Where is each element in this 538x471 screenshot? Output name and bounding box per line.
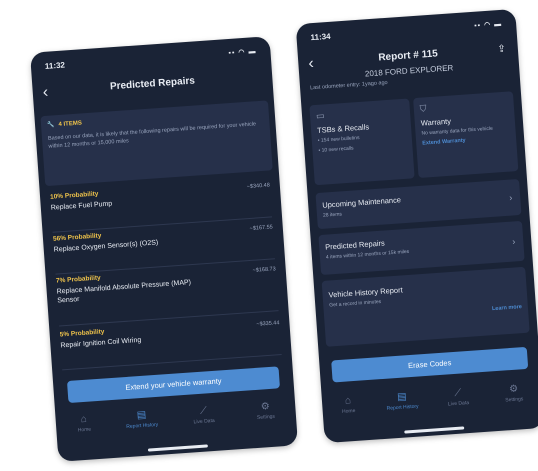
page-title: Predicted Repairs <box>109 75 196 93</box>
share-icon[interactable]: ⇪ <box>497 44 506 56</box>
notice-label: 4 ITEMS <box>58 120 83 129</box>
predicted-notice: 🔧 4 ITEMS Based on our data, it is likely… <box>40 100 273 187</box>
repair-item[interactable]: 5% Probability Repair Ignition Coil Wiri… <box>59 316 282 371</box>
repair-price: ~$168.73 <box>252 266 276 274</box>
chevron-right-icon: › <box>508 192 513 203</box>
extend-warranty-button[interactable]: Extend your vehicle warranty <box>66 366 280 404</box>
tab-settings[interactable]: ⚙ Settings <box>493 382 534 404</box>
status-bar: 11:34 ▪▪ ◠ ▬ <box>310 20 502 45</box>
phone-predicted-repairs: 11:32 ▪▪ ◠ ▬ ‹ Predicted Repairs 🔧 4 ITEM… <box>29 36 299 462</box>
tab-home[interactable]: ⌂ Home <box>328 394 369 416</box>
wrench-icon: 🔧 <box>46 122 55 129</box>
document-icon: ▭ <box>315 110 325 121</box>
signal-wifi-battery-icon: ▪▪ ◠ ▬ <box>473 20 503 30</box>
tab-home[interactable]: ⌂ Home <box>63 413 104 435</box>
chart-icon: ⟋ <box>453 387 462 400</box>
chevron-right-icon: › <box>511 236 516 247</box>
gear-icon: ⚙ <box>508 383 519 396</box>
nav-bar: ‹ Predicted Repairs <box>32 68 273 107</box>
home-icon: ⌂ <box>344 395 352 407</box>
tab-bar: ⌂ Home ▤ Report History ⟋ Live Data ⚙ Settin… <box>55 399 297 452</box>
odometer-entry: Last odometer entry: 1yago ago <box>309 79 388 92</box>
tab-report-history[interactable]: ▤ Report History <box>121 409 162 431</box>
tsb-recalls-card[interactable]: ▭ TSBs & Recalls • 154 new bulletins • 1… <box>309 98 415 186</box>
vehicle-history-card[interactable]: Vehicle History Report Get a record in m… <box>321 266 530 347</box>
repair-price: ~$340.48 <box>246 182 271 191</box>
status-time: 11:32 <box>44 60 66 71</box>
erase-codes-button[interactable]: Erase Codes <box>331 346 529 383</box>
signal-wifi-battery-icon: ▪▪ ◠ ▬ <box>228 48 257 58</box>
status-bar: 11:32 ▪▪ ◠ ▬ <box>45 47 257 74</box>
maintenance-row[interactable]: Upcoming Maintenance 28 items › <box>315 178 522 230</box>
home-indicator <box>147 444 208 452</box>
report-icon: ▤ <box>396 391 407 403</box>
gear-icon: ⚙ <box>260 401 271 413</box>
shield-icon: ⛉ <box>419 103 427 114</box>
tab-settings[interactable]: ⚙ Settings <box>245 400 286 422</box>
tab-bar: ⌂ Home ▤ Report History ⟋ Live Data ⚙ Settin… <box>322 382 538 433</box>
tab-live-data[interactable]: ⟋ Live Data <box>437 386 478 408</box>
tab-live-data[interactable]: ⟋ Live Data <box>183 404 224 426</box>
report-icon: ▤ <box>136 409 147 422</box>
home-indicator <box>404 426 465 434</box>
status-time: 11:34 <box>310 31 331 43</box>
phone-report: 11:34 ▪▪ ◠ ▬ ‹ Report # 115 ⇪ 2018 FORD … <box>295 8 538 444</box>
warranty-card[interactable]: ⛉ Warranty No warranty data for this veh… <box>413 91 519 178</box>
tab-report-history[interactable]: ▤ Report History <box>382 390 423 412</box>
repair-price: ~$335.44 <box>256 320 280 328</box>
repair-price: ~$167.55 <box>249 224 273 232</box>
home-icon: ⌂ <box>80 413 88 426</box>
chart-icon: ⟋ <box>199 405 208 417</box>
predicted-repairs-row[interactable]: Predicted Repairs 4 items within 12 mont… <box>318 220 525 276</box>
